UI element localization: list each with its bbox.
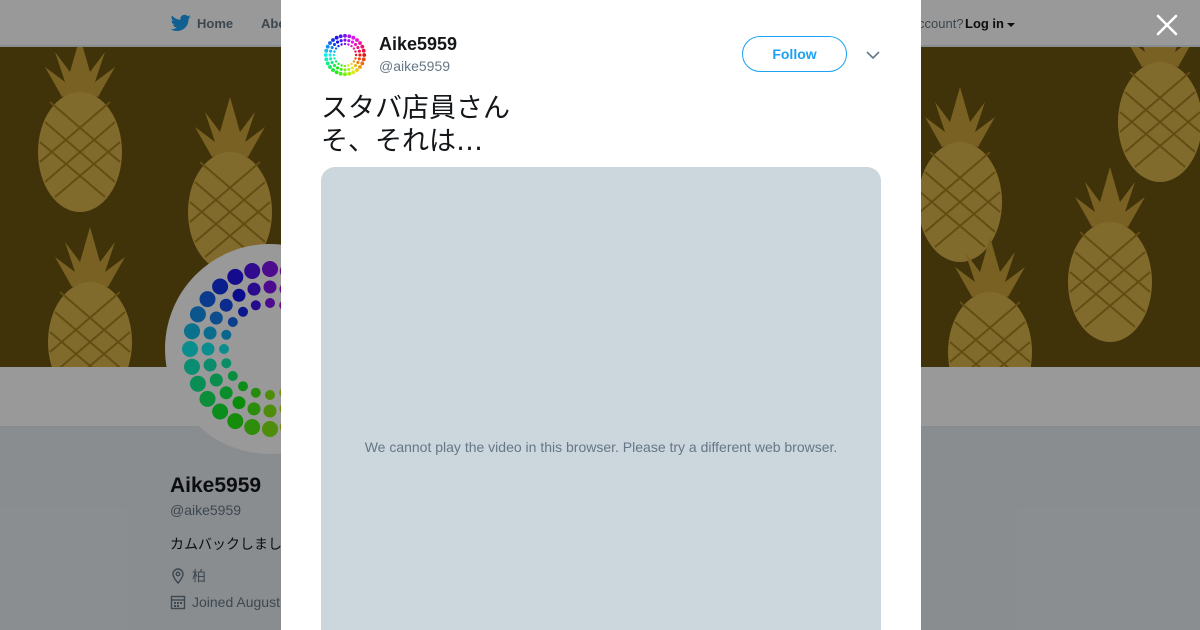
tweet-text: スタバ店員さん そ、それは… [321, 93, 510, 157]
tweet-modal: Aike5959 @aike5959 Follow スタバ店員さん そ、それは…… [281, 0, 921, 630]
chevron-down-icon[interactable] [865, 47, 881, 63]
dot-ring-logo [323, 33, 367, 77]
modal-display-name[interactable]: Aike5959 [379, 34, 457, 55]
modal-handle[interactable]: @aike5959 [379, 58, 450, 74]
close-icon[interactable] [1154, 12, 1180, 38]
video-unsupported-message: We cannot play the video in this browser… [364, 439, 838, 455]
follow-button[interactable]: Follow [742, 36, 847, 72]
modal-avatar[interactable] [321, 31, 369, 79]
video-player[interactable]: We cannot play the video in this browser… [321, 167, 881, 630]
